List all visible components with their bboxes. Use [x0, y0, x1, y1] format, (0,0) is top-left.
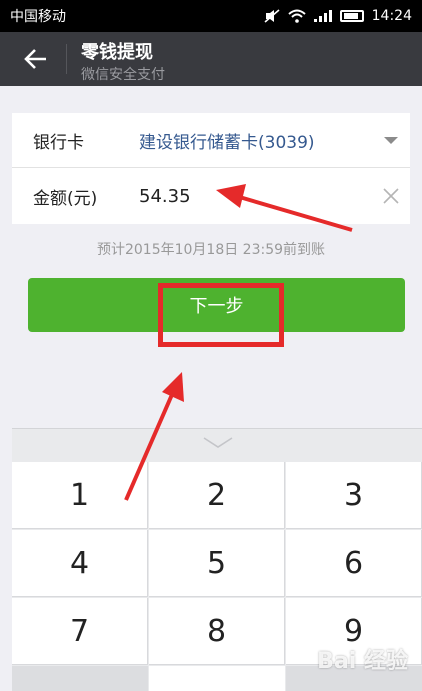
clear-icon[interactable]: [382, 187, 400, 205]
title-bar: 零钱提现 微信安全支付: [0, 32, 422, 86]
withdraw-form: 银行卡 建设银行储蓄卡(3039) 金额(元) 54.35: [12, 113, 410, 224]
dropdown-triangle-icon[interactable]: [384, 137, 398, 144]
watermark-logo: Bai 经验: [317, 649, 408, 674]
key-2[interactable]: 2: [149, 462, 285, 529]
key-7[interactable]: 7: [12, 598, 148, 665]
key-partial-left[interactable]: [12, 666, 148, 691]
arrival-estimate: 预计2015年10月18日 23:59前到账: [96, 242, 326, 258]
title-divider: [66, 44, 67, 74]
amount-row[interactable]: 金额(元) 54.35: [12, 169, 410, 224]
signal-icon: [313, 10, 332, 22]
key-partial-zero[interactable]: [149, 666, 285, 691]
bank-card-row[interactable]: 银行卡 建设银行储蓄卡(3039): [12, 113, 410, 168]
page-subtitle: 微信安全支付: [81, 67, 165, 83]
amount-input[interactable]: 54.35: [139, 186, 191, 207]
page-title: 零钱提现: [81, 42, 153, 63]
status-bar: 中国移动 14:24: [0, 0, 422, 32]
wifi-icon: [287, 9, 306, 23]
key-4[interactable]: 4: [12, 530, 148, 597]
key-6[interactable]: 6: [286, 530, 422, 597]
key-3[interactable]: 3: [286, 462, 422, 529]
back-arrow-icon[interactable]: [24, 48, 48, 70]
bank-card-label: 银行卡: [33, 132, 84, 153]
key-5[interactable]: 5: [149, 530, 285, 597]
carrier-name: 中国移动: [10, 9, 66, 25]
status-icons: 14:24: [264, 8, 412, 24]
mute-icon: [264, 9, 280, 23]
next-step-button[interactable]: 下一步: [28, 278, 405, 332]
clock: 14:24: [371, 8, 412, 24]
keyboard-collapse-icon[interactable]: [202, 435, 234, 449]
amount-label: 金额(元): [33, 189, 98, 209]
key-8[interactable]: 8: [149, 598, 285, 665]
key-1[interactable]: 1: [12, 462, 148, 529]
battery-icon: [339, 10, 364, 22]
bank-card-select[interactable]: 建设银行储蓄卡(3039): [139, 128, 315, 153]
